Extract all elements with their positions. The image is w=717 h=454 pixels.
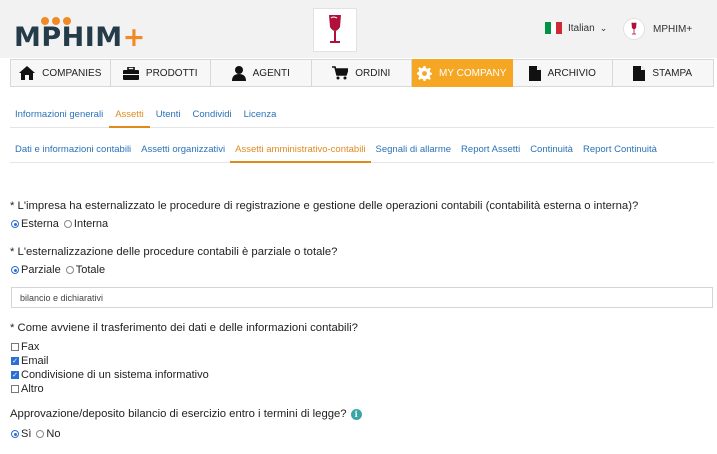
user-menu[interactable]: MPHIM+	[623, 18, 692, 40]
tab-report-continuita[interactable]: Report Continuità	[578, 143, 662, 163]
nav-companies[interactable]: COMPANIES	[10, 59, 111, 87]
question-trasferimento-dati: * Come avviene il trasferimento dei dati…	[10, 322, 358, 334]
checkbox-fax[interactable]: Fax	[11, 341, 39, 353]
radio-label: Sì	[21, 428, 32, 440]
checkbox-label: Fax	[21, 341, 40, 353]
wine-glass-logo	[313, 8, 357, 52]
radio-totale[interactable]: Totale	[65, 264, 106, 276]
radio-group-approvazione: Sì No	[11, 428, 65, 440]
radio-label: No	[46, 428, 61, 440]
italy-flag-icon	[545, 22, 563, 34]
esternalizzazione-detail-input[interactable]: bilancio e dichiarativi	[11, 287, 713, 308]
tab-informazioni-generali[interactable]: Informazioni generali	[10, 108, 109, 128]
question-approvazione-bilancio: Approvazione/deposito bilancio di eserci…	[10, 408, 362, 420]
question-text: Approvazione/deposito bilancio di eserci…	[10, 408, 347, 420]
wine-glass-icon	[631, 22, 637, 35]
main-nav: COMPANIES PRODOTTI AGENTI ORDINI MY COMP…	[10, 59, 714, 87]
radio-interna[interactable]: Interna	[63, 218, 109, 230]
language-selector[interactable]: Italian ⌄	[545, 22, 607, 34]
radio-label: Parziale	[21, 264, 61, 276]
radio-esterna[interactable]: Esterna	[11, 218, 59, 230]
radio-indicator[interactable]	[11, 266, 19, 274]
radio-group-esternalizzazione: Parziale Totale	[11, 264, 110, 276]
radio-no[interactable]: No	[36, 428, 60, 440]
radio-indicator[interactable]	[36, 430, 45, 438]
tab-continuita[interactable]: Continuità	[525, 143, 578, 163]
checkbox-indicator[interactable]: ✓	[11, 357, 19, 365]
main-tabs: Informazioni generali Assetti Utenti Con…	[10, 108, 714, 128]
user-name: MPHIM+	[653, 23, 693, 35]
tab-dati-informazioni-contabili[interactable]: Dati e informazioni contabili	[10, 143, 136, 163]
checkbox-label: Email	[21, 355, 49, 367]
document-icon	[633, 65, 646, 81]
radio-indicator[interactable]	[11, 220, 19, 228]
question-esternalizzazione: * L'esternalizzazione delle procedure co…	[10, 246, 338, 258]
radio-group-contabilita: Esterna Interna	[11, 218, 113, 230]
checkbox-email[interactable]: ✓ Email	[11, 355, 49, 367]
question-contabilita: * L'impresa ha esternalizzato le procedu…	[10, 200, 639, 212]
nav-label: ORDINI	[355, 67, 391, 79]
app-header: MPHIM+ Italian ⌄ MPHIM+	[0, 0, 717, 58]
tab-condividi[interactable]: Condividi	[187, 108, 238, 128]
nav-ordini[interactable]: ORDINI	[311, 59, 412, 87]
cart-icon	[332, 66, 349, 80]
checkbox-label: Altro	[21, 383, 44, 395]
gear-icon	[417, 65, 433, 81]
nav-prodotti[interactable]: PRODOTTI	[110, 59, 211, 87]
nav-label: AGENTI	[252, 67, 290, 79]
info-icon[interactable]: i	[350, 408, 362, 420]
checkbox-condivisione[interactable]: ✓ Condivisione di un sistema informativo	[11, 369, 209, 381]
chevron-down-icon: ⌄	[599, 22, 608, 33]
nav-label: MY COMPANY	[439, 67, 507, 79]
sub-tabs: Dati e informazioni contabili Assetti or…	[10, 143, 714, 163]
checkbox-altro[interactable]: Altro	[11, 383, 44, 395]
checkbox-indicator[interactable]: ✓	[11, 371, 19, 379]
mphim-logo[interactable]: MPHIM+	[14, 12, 145, 53]
radio-indicator[interactable]	[11, 430, 19, 438]
tab-report-assetti[interactable]: Report Assetti	[456, 143, 525, 163]
nav-archivio[interactable]: ARCHIVIO	[512, 59, 613, 87]
logo-text: MPHIM+	[14, 22, 146, 53]
nav-label: ARCHIVIO	[547, 67, 596, 79]
radio-label: Totale	[75, 264, 106, 276]
radio-indicator[interactable]	[63, 220, 72, 228]
home-icon	[19, 66, 36, 80]
checkbox-label: Condivisione di un sistema informativo	[21, 369, 209, 381]
nav-label: PRODOTTI	[145, 67, 198, 79]
radio-si[interactable]: Sì	[11, 428, 31, 440]
radio-parziale[interactable]: Parziale	[11, 264, 61, 276]
document-icon	[528, 65, 541, 81]
tab-utenti[interactable]: Utenti	[150, 108, 187, 128]
radio-label: Esterna	[21, 218, 59, 230]
nav-agenti[interactable]: AGENTI	[211, 59, 312, 87]
nav-stampa[interactable]: STAMPA	[613, 59, 714, 87]
tab-segnali-di-allarme[interactable]: Segnali di allarme	[371, 143, 457, 163]
tab-assetti-amministrativo-contabili[interactable]: Assetti amministrativo-contabili	[230, 143, 371, 163]
nav-my-company[interactable]: MY COMPANY	[412, 59, 513, 87]
wine-glass-icon	[329, 15, 341, 43]
checkbox-indicator[interactable]	[11, 343, 19, 351]
radio-indicator[interactable]	[65, 266, 74, 274]
tab-assetti[interactable]: Assetti	[109, 108, 150, 128]
nav-label: STAMPA	[652, 67, 693, 79]
checkbox-indicator[interactable]	[11, 385, 19, 393]
nav-label: COMPANIES	[42, 67, 102, 79]
language-label: Italian	[568, 22, 595, 34]
avatar	[623, 18, 645, 40]
briefcase-icon	[122, 66, 139, 80]
radio-label: Interna	[73, 218, 109, 230]
user-icon	[231, 65, 246, 81]
tab-assetti-organizzativi[interactable]: Assetti organizzativi	[136, 143, 230, 163]
tab-licenza[interactable]: Licenza	[238, 108, 283, 128]
